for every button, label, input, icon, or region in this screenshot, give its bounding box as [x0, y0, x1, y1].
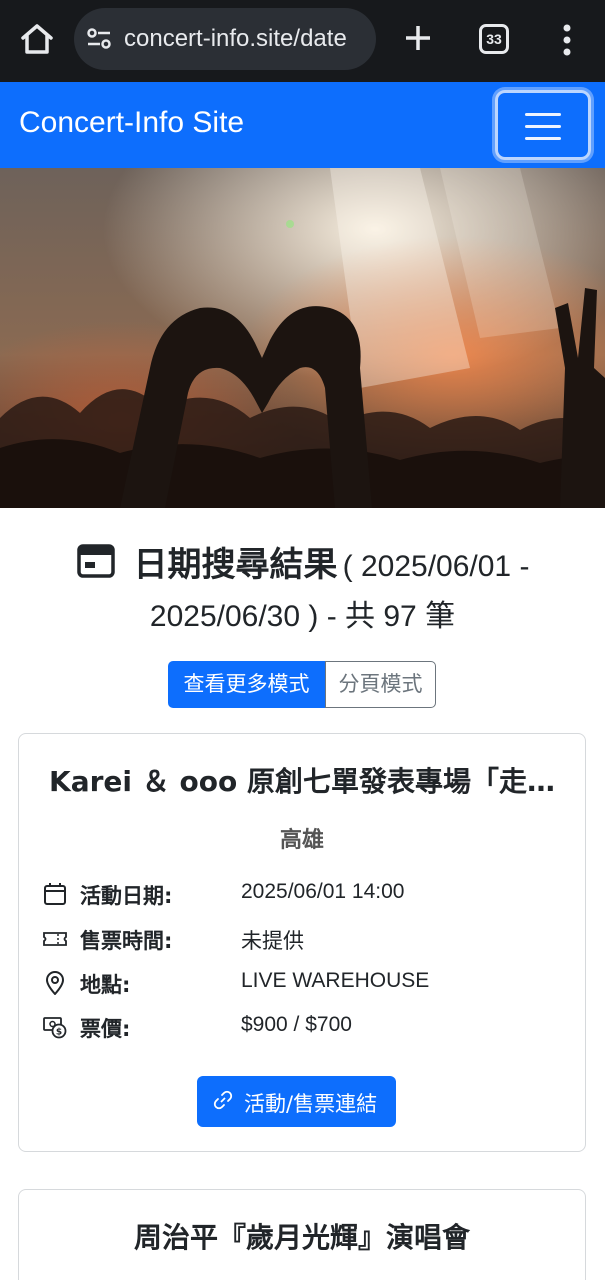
event-title: 周治平『歲月光輝』演唱會 [133, 1221, 470, 1254]
event-venue-value: LIVE WAREHOUSE [241, 969, 430, 992]
hero-banner-image [0, 168, 605, 508]
event-ticket-link-label: 活動/售票連結 [244, 1092, 378, 1116]
link-icon [213, 1090, 233, 1110]
url-text[interactable]: concert-info.site/date [124, 25, 370, 53]
paged-mode-button[interactable]: 分頁模式 [325, 661, 436, 708]
hamburger-line-icon [525, 137, 561, 140]
event-city: 高雄 [279, 828, 324, 853]
svg-text:$: $ [56, 1028, 62, 1038]
event-sale-value: 未提供 [241, 930, 304, 953]
event-venue-row: 地點: LIVE WAREHOUSE [43, 969, 573, 999]
hamburger-line-icon [525, 125, 561, 128]
event-card: 周治平『歲月光輝』演唱會 [18, 1189, 586, 1280]
calendar-icon [44, 883, 66, 905]
tab-switcher-button[interactable]: 33 [479, 24, 509, 54]
event-price-row: $ 票價: $900 / $700 [43, 1013, 573, 1043]
result-range-line2: 2025/06/30 ) - 共 97 筆 [149, 600, 456, 633]
calendar-icon [76, 544, 115, 578]
more-mode-button[interactable]: 查看更多模式 [168, 661, 325, 708]
address-bar[interactable]: concert-info.site/date [74, 8, 376, 70]
home-icon[interactable] [18, 20, 56, 58]
event-sale-row: 售票時間: 未提供 [43, 925, 573, 955]
cash-coin-icon: $ [43, 1017, 67, 1039]
event-sale-label: 售票時間: [80, 929, 173, 953]
event-price-value: $900 / $700 [241, 1013, 352, 1036]
event-title: Karei ＆ ooo 原創七單發表專場「走… [49, 765, 555, 798]
site-navbar: Concert-Info Site [0, 82, 605, 168]
view-mode-toggle: 查看更多模式 分頁模式 [168, 661, 436, 708]
event-date-value: 2025/06/01 14:00 [241, 880, 405, 903]
site-brand[interactable]: Concert-Info Site [19, 106, 244, 140]
event-date-label: 活動日期: [80, 884, 173, 908]
event-price-label: 票價: [80, 1017, 131, 1041]
search-result-heading: 日期搜尋結果 ( 2025/06/01 - 2025/06/30 ) - 共 9… [20, 540, 585, 644]
event-card: Karei ＆ ooo 原創七單發表專場「走… 高雄 活動日期: 2025/06… [18, 733, 586, 1152]
ticket-icon [43, 932, 67, 946]
browser-menu-icon[interactable] [555, 22, 579, 58]
event-date-row: 活動日期: 2025/06/01 14:00 [43, 880, 573, 910]
new-tab-icon[interactable] [400, 20, 436, 56]
result-range-line1: ( 2025/06/01 - [342, 550, 530, 583]
site-settings-icon[interactable] [86, 26, 112, 52]
event-ticket-link-button[interactable]: 活動/售票連結 [197, 1076, 396, 1127]
browser-toolbar: concert-info.site/date 33 [0, 0, 605, 82]
location-pin-icon [45, 971, 65, 995]
hamburger-line-icon [525, 113, 561, 116]
event-venue-label: 地點: [80, 973, 131, 997]
navbar-toggler-button[interactable] [495, 90, 591, 160]
result-title: 日期搜尋結果 [133, 545, 338, 585]
